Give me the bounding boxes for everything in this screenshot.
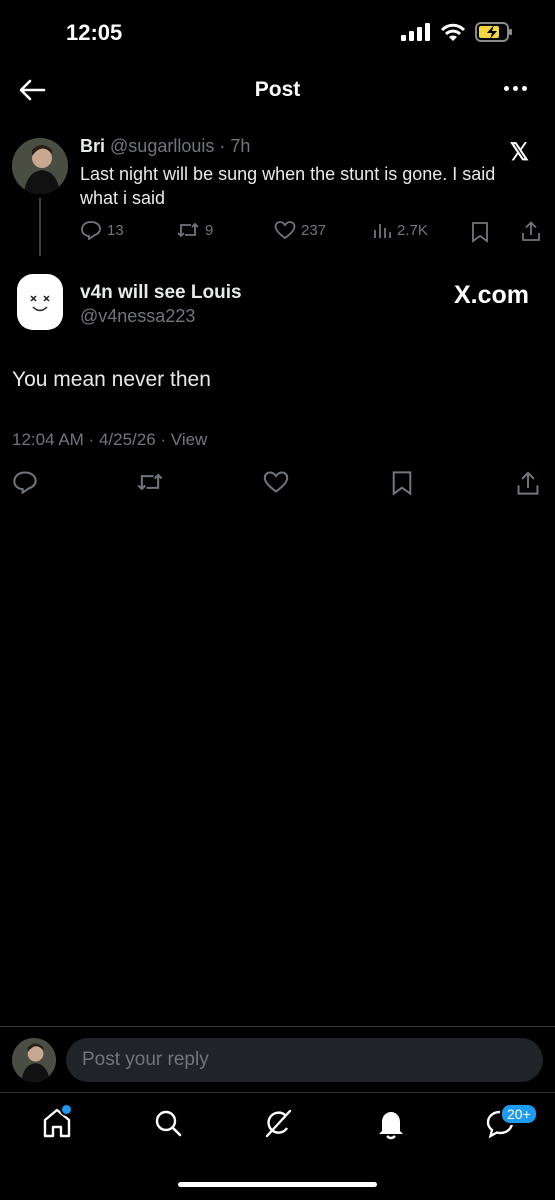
parent-post-header: Bri @sugarllouis · 7h xyxy=(80,136,250,157)
reply-box xyxy=(66,1038,543,1082)
post-actions xyxy=(12,470,542,496)
thread-line xyxy=(39,198,41,256)
post-date: 4/25/26 xyxy=(98,430,156,449)
repost-count: 9 xyxy=(205,221,214,239)
like-count: 237 xyxy=(301,221,327,239)
repost-icon[interactable] xyxy=(136,470,164,494)
avatar[interactable] xyxy=(12,138,68,194)
share-icon[interactable] xyxy=(520,220,542,242)
author-handle[interactable]: @v4nessa223 xyxy=(80,306,195,327)
parent-post-text: Last night will be sung when the stunt i… xyxy=(80,164,496,208)
reply-button[interactable]: 13 xyxy=(80,220,124,240)
post-time: 7h xyxy=(230,136,251,156)
status-time: 12:05 xyxy=(66,20,123,45)
share-icon[interactable] xyxy=(515,470,541,496)
repost-icon xyxy=(177,222,199,238)
reply-input[interactable] xyxy=(66,1038,538,1082)
reply-icon xyxy=(81,221,101,240)
post-timestamp: 12:04 AM · 4/25/26 · View xyxy=(12,430,208,449)
post-text: You mean never then xyxy=(12,368,211,391)
battery-charging-icon xyxy=(475,22,512,42)
bookmark-icon[interactable] xyxy=(390,470,414,496)
views-button[interactable]: 2.7K xyxy=(372,220,428,240)
heart-icon xyxy=(274,221,296,240)
status-icons xyxy=(401,22,513,42)
bell-icon[interactable] xyxy=(376,1106,406,1140)
home-indicator xyxy=(178,1182,377,1187)
notification-dot xyxy=(60,1103,73,1116)
signal-icon xyxy=(401,23,430,41)
bookmark-icon[interactable] xyxy=(470,221,490,243)
heart-icon[interactable] xyxy=(263,470,289,494)
author-handle[interactable]: @sugarllouis xyxy=(110,136,214,156)
reply-count: 13 xyxy=(107,221,124,239)
post-time: 12:04 AM xyxy=(12,430,84,449)
views-icon xyxy=(374,224,391,238)
reply-icon[interactable] xyxy=(12,470,38,494)
grok-icon[interactable] xyxy=(263,1106,293,1140)
parent-post-actions: 13 9 237 2.7K xyxy=(80,220,540,244)
messages-badge: 20+ xyxy=(500,1103,538,1125)
divider xyxy=(0,1092,555,1093)
search-icon[interactable] xyxy=(153,1106,183,1140)
view-link[interactable]: View xyxy=(171,430,208,449)
wifi-icon xyxy=(440,23,466,41)
view-count: 2.7K xyxy=(397,221,428,239)
author-name[interactable]: Bri xyxy=(80,136,105,156)
page-title: Post xyxy=(254,78,301,101)
divider xyxy=(0,1026,555,1027)
xcom-watermark: X.com xyxy=(453,281,529,309)
repost-button[interactable]: 9 xyxy=(176,220,213,240)
author-name[interactable]: v4n will see Louis xyxy=(80,282,242,304)
like-button[interactable]: 237 xyxy=(274,220,326,240)
separator-dot: · xyxy=(214,136,231,156)
more-options-icon[interactable] xyxy=(504,86,527,91)
avatar[interactable] xyxy=(12,1038,56,1082)
avatar[interactable] xyxy=(17,274,63,330)
